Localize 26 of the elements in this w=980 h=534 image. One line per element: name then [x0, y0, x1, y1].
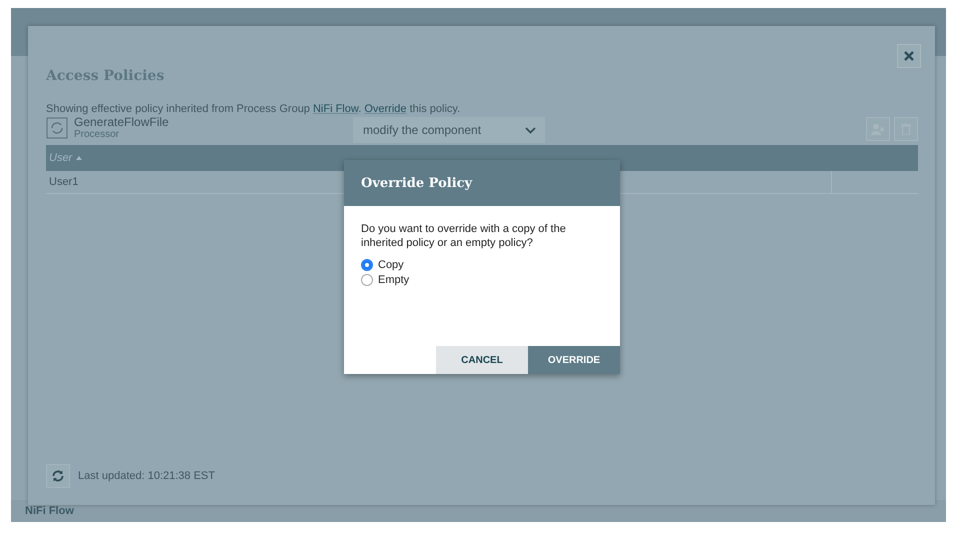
refresh-icon	[52, 470, 64, 482]
processor-icon	[46, 117, 68, 139]
table-cell: User1	[49, 176, 78, 188]
last-updated-text: Last updated: 10:21:38 EST	[78, 470, 215, 482]
notice-text: this policy.	[408, 103, 460, 115]
radio-button[interactable]	[361, 274, 373, 286]
notice-text: .	[358, 103, 362, 115]
notice-text: Showing effective policy inherited from Process Group	[46, 103, 311, 115]
cancel-button[interactable]: CANCEL	[436, 346, 528, 374]
radio-option[interactable]: Copy	[361, 259, 603, 271]
dialog-message: Do you want to override with a copy of the inherited policy or an empty policy?	[361, 222, 567, 250]
process-group-link[interactable]: NiFi Flow	[312, 103, 358, 115]
component-type: Processor	[74, 129, 120, 140]
close-icon	[904, 51, 914, 61]
action-dropdown[interactable]: modify the component	[353, 117, 545, 143]
override-button[interactable]: OVERRIDE	[528, 346, 620, 374]
column-header[interactable]: User	[46, 152, 82, 164]
chevron-icon	[525, 126, 536, 134]
radio-button[interactable]	[361, 259, 373, 271]
override-link[interactable]: Override	[364, 103, 407, 115]
breadcrumb-link[interactable]: NiFi Flow	[25, 505, 74, 517]
component-name: GenerateFlowFile	[74, 115, 169, 129]
refresh-button[interactable]	[46, 464, 70, 488]
close-button[interactable]	[897, 44, 921, 68]
dialog-title: Override Policy	[361, 176, 472, 190]
radio-option[interactable]: Empty	[361, 274, 603, 286]
